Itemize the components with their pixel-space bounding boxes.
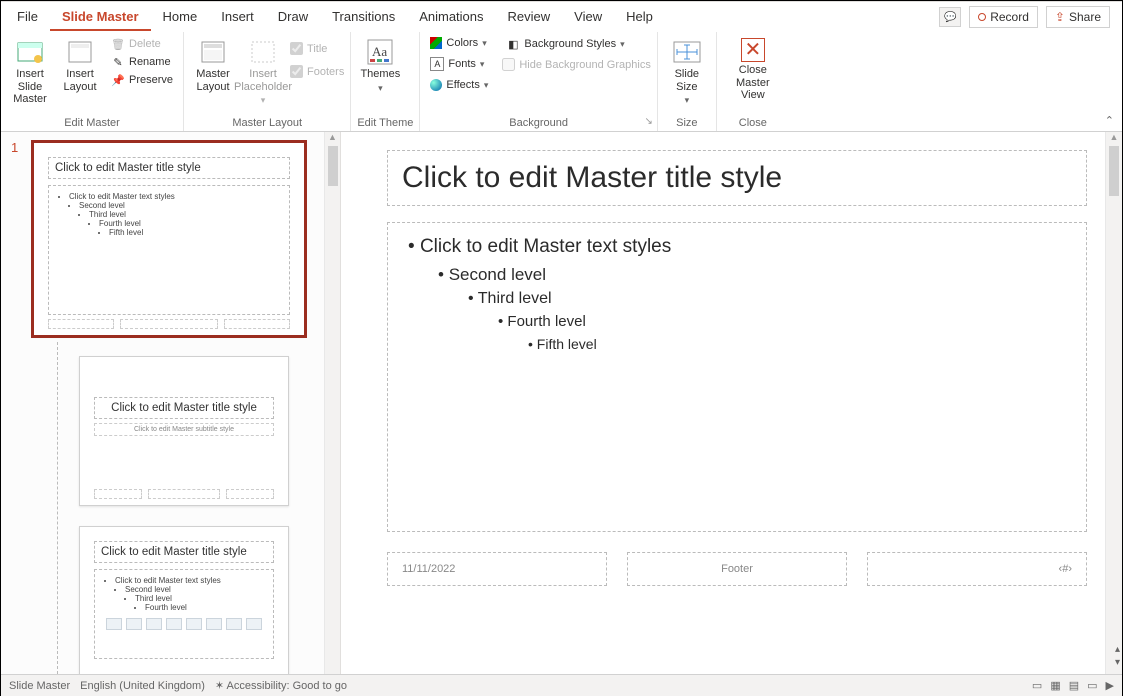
workspace: 1 Click to edit Master title style Click… bbox=[1, 132, 1122, 674]
slide-size-icon bbox=[673, 38, 701, 66]
collapse-ribbon-button[interactable]: ⌃ bbox=[1105, 114, 1114, 127]
group-label-background: Background bbox=[426, 115, 650, 129]
thumbnail-layout-content[interactable]: Click to edit Master title style Click t… bbox=[79, 526, 289, 674]
close-icon: ✕ bbox=[741, 38, 765, 62]
tab-animations[interactable]: Animations bbox=[407, 4, 495, 31]
fonts-button[interactable]: AFonts ▾ bbox=[426, 56, 492, 72]
group-label-size: Size bbox=[664, 115, 710, 129]
layout-icon bbox=[66, 38, 94, 66]
footers-checkbox: Footers bbox=[290, 65, 344, 78]
group-master-layout: Master Layout Insert Placeholder▾ Title … bbox=[184, 32, 351, 131]
master-index: 1 bbox=[11, 140, 18, 155]
fonts-icon: A bbox=[430, 57, 444, 71]
placeholder-icon bbox=[249, 38, 277, 66]
master-layout-button[interactable]: Master Layout bbox=[190, 36, 236, 93]
tab-file[interactable]: File bbox=[5, 4, 50, 31]
themes-icon: Aa bbox=[366, 38, 394, 66]
view-sorter-icon[interactable]: ▤ bbox=[1069, 679, 1079, 692]
status-lang[interactable]: English (United Kingdom) bbox=[80, 680, 205, 692]
tab-help[interactable]: Help bbox=[614, 4, 665, 31]
master-layout-icon bbox=[199, 38, 227, 66]
delete-button: 🗑Delete bbox=[107, 36, 177, 52]
view-slideshow-icon[interactable]: ▶ bbox=[1106, 679, 1114, 692]
menu-tabs: File Slide Master Home Insert Draw Trans… bbox=[1, 2, 1122, 32]
colors-icon bbox=[430, 37, 442, 49]
status-accessibility[interactable]: ✶ Accessibility: Good to go bbox=[215, 679, 347, 692]
thumb-title: Click to edit Master title style bbox=[48, 157, 290, 179]
tab-insert[interactable]: Insert bbox=[209, 4, 266, 31]
title-placeholder[interactable]: Click to edit Master title style bbox=[387, 150, 1087, 206]
tab-review[interactable]: Review bbox=[496, 4, 563, 31]
group-edit-theme: Aa Themes▾ Edit Theme bbox=[351, 32, 420, 131]
share-icon: ⇪ bbox=[1055, 10, 1065, 24]
insert-placeholder-button[interactable]: Insert Placeholder▾ bbox=[240, 36, 286, 106]
footer-placeholder[interactable]: Footer bbox=[627, 552, 847, 586]
bg-styles-icon: ◧ bbox=[506, 37, 520, 51]
comments-button[interactable]: 💬 bbox=[939, 7, 961, 27]
record-button[interactable]: Record bbox=[969, 6, 1038, 28]
tab-view[interactable]: View bbox=[562, 4, 614, 31]
tree-line bbox=[57, 342, 58, 674]
status-view: Slide Master bbox=[9, 680, 70, 692]
group-label-close: Close bbox=[723, 115, 783, 129]
rename-button[interactable]: ✎Rename bbox=[107, 54, 177, 70]
group-label-master-layout: Master Layout bbox=[190, 115, 344, 129]
group-edit-master: Insert Slide Master Insert Layout 🗑Delet… bbox=[1, 32, 184, 131]
svg-text:Aa: Aa bbox=[372, 44, 387, 59]
slide-master-icon bbox=[16, 38, 44, 66]
tab-home[interactable]: Home bbox=[151, 4, 210, 31]
slide-scrollbar[interactable]: ▲ bbox=[1105, 132, 1122, 674]
date-placeholder[interactable]: 11/11/2022 bbox=[387, 552, 607, 586]
share-button[interactable]: ⇪Share bbox=[1046, 6, 1110, 28]
group-label-edit-master: Edit Master bbox=[7, 115, 177, 129]
slide-edit-area: Click to edit Master title style Click t… bbox=[341, 132, 1122, 674]
thumbnail-pane: 1 Click to edit Master title style Click… bbox=[1, 132, 341, 674]
group-close: ✕ Close Master View Close bbox=[717, 32, 789, 131]
hide-bg-checkbox: Hide Background Graphics bbox=[502, 58, 650, 71]
record-icon bbox=[978, 13, 986, 21]
group-label-edit-theme: Edit Theme bbox=[357, 115, 413, 129]
group-background: Colors ▾ AFonts ▾ Effects ▾ ◧Background … bbox=[420, 32, 657, 131]
themes-button[interactable]: Aa Themes▾ bbox=[357, 36, 403, 93]
title-checkbox: Title bbox=[290, 42, 344, 55]
slide-number-placeholder[interactable]: ‹#› bbox=[867, 552, 1087, 586]
thumbnail-layout-title[interactable]: Click to edit Master title style Click t… bbox=[79, 356, 289, 506]
slide-canvas[interactable]: Click to edit Master title style Click t… bbox=[387, 150, 1087, 650]
effects-button[interactable]: Effects ▾ bbox=[426, 78, 492, 92]
nav-arrows[interactable]: ▴▾ bbox=[1115, 644, 1120, 668]
delete-icon: 🗑 bbox=[111, 37, 125, 51]
insert-slide-master-button[interactable]: Insert Slide Master bbox=[7, 36, 53, 106]
insert-layout-button[interactable]: Insert Layout bbox=[57, 36, 103, 93]
tab-draw[interactable]: Draw bbox=[266, 4, 320, 31]
content-icons bbox=[103, 618, 265, 630]
thumbnail-scrollbar[interactable]: ▲ bbox=[324, 132, 340, 674]
close-master-button[interactable]: ✕ Close Master View bbox=[723, 36, 783, 102]
background-dialog-launcher[interactable]: ↘ bbox=[644, 116, 652, 127]
rename-icon: ✎ bbox=[111, 55, 125, 69]
background-styles-button[interactable]: ◧Background Styles ▾ bbox=[502, 36, 650, 52]
preserve-icon: 📌 bbox=[111, 73, 125, 87]
status-bar: Slide Master English (United Kingdom) ✶ … bbox=[1, 674, 1122, 696]
thumbnail-master[interactable]: Click to edit Master title style Click t… bbox=[33, 142, 305, 336]
group-size: Slide Size▾ Size bbox=[658, 32, 717, 131]
ribbon: Insert Slide Master Insert Layout 🗑Delet… bbox=[1, 32, 1122, 132]
effects-icon bbox=[430, 79, 442, 91]
view-reading-icon[interactable]: ▭ bbox=[1087, 679, 1097, 692]
view-normal-icon[interactable]: ▦ bbox=[1050, 679, 1060, 692]
display-settings[interactable]: ▭ bbox=[1032, 679, 1042, 692]
tab-slide-master[interactable]: Slide Master bbox=[50, 4, 151, 31]
tab-transitions[interactable]: Transitions bbox=[320, 4, 407, 31]
body-placeholder[interactable]: Click to edit Master text styles Second … bbox=[387, 222, 1087, 532]
colors-button[interactable]: Colors ▾ bbox=[426, 36, 492, 50]
preserve-button[interactable]: 📌Preserve bbox=[107, 72, 177, 88]
thumb-body: Click to edit Master text styles Second … bbox=[48, 185, 290, 315]
slide-size-button[interactable]: Slide Size▾ bbox=[664, 36, 710, 106]
